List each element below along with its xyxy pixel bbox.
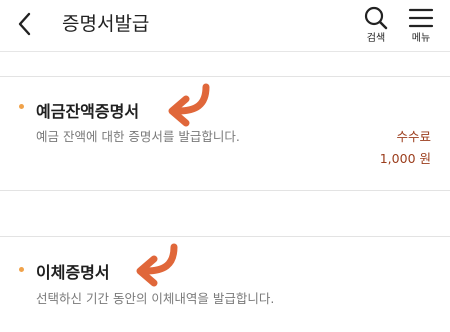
bullet-dot [19,104,24,109]
back-button[interactable] [14,10,38,38]
certificate-description: 선택하신 기간 동안의 이체내역을 발급합니다. [36,291,275,306]
certificate-title: 예금잔액증명서 [36,102,140,121]
chevron-left-icon [18,12,31,36]
menu-label: 메뉴 [411,33,431,44]
search-button[interactable]: 검색 [358,5,394,47]
certificate-item-balance[interactable]: 예금잔액증명서 예금 잔액에 대한 증명서를 발급합니다. 수수료 1,000 … [0,77,450,190]
search-icon [364,6,388,30]
pointer-arrow-icon [136,243,178,287]
page-title: 증명서발급 [62,13,150,35]
certificate-description: 예금 잔액에 대한 증명서를 발급합니다. [36,129,240,144]
spacer [0,53,450,76]
spacer [0,191,450,236]
certificate-item-transfer[interactable]: 이체증명서 선택하신 기간 동안의 이체내역을 발급합니다. [0,237,450,332]
app-header: 증명서발급 검색 메뉴 [0,0,450,52]
pointer-arrow-icon [168,83,210,127]
hamburger-menu-icon [408,8,434,28]
fee-amount: 1,000 원 [379,151,431,166]
fee-label: 수수료 [396,129,431,144]
certificate-title: 이체증명서 [36,263,110,282]
menu-button[interactable]: 메뉴 [403,5,439,47]
search-label: 검색 [366,33,386,44]
bullet-dot [19,267,24,272]
